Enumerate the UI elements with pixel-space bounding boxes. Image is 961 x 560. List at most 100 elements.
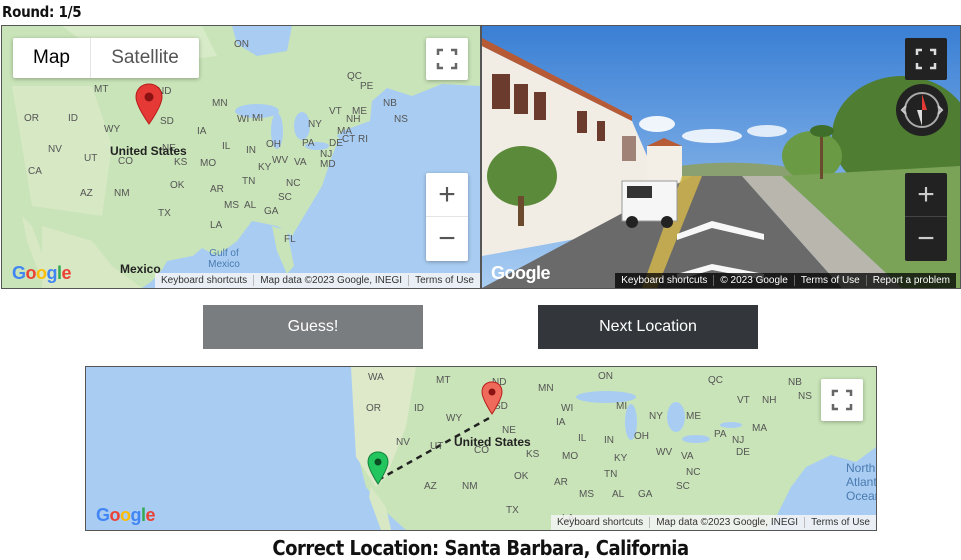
state-label: NV (48, 144, 62, 155)
state-label: TX (506, 505, 519, 516)
keyboard-shortcuts-link[interactable]: Keyboard shortcuts (155, 275, 253, 286)
state-label: NH (346, 114, 361, 125)
round-counter: Round: 1/5 (2, 3, 82, 21)
terms-link[interactable]: Terms of Use (408, 275, 480, 286)
correct-location-text: Correct Location: Santa Barbara, Califor… (272, 536, 689, 560)
fullscreen-icon (915, 48, 937, 70)
state-label: KS (526, 449, 540, 460)
state-label: OH (266, 139, 281, 150)
state-label: DE (329, 138, 343, 149)
state-label: NJ (732, 435, 745, 446)
state-label: ON (234, 39, 249, 50)
sv-zoom-in-button[interactable]: + (905, 173, 947, 217)
sv-zoom-out-button[interactable]: − (905, 217, 947, 261)
water-label: Gulf of Mexico (208, 248, 240, 270)
state-label: MT (94, 84, 109, 95)
state-label: ID (68, 113, 78, 124)
state-label: KY (258, 162, 272, 173)
state-label: NS (394, 114, 408, 125)
state-label: AR (210, 184, 224, 195)
state-label: TN (242, 176, 256, 187)
state-label: LA (210, 220, 223, 231)
sv-attribution: Keyboard shortcuts © 2023 Google Terms o… (615, 273, 956, 288)
result-map[interactable]: WA MT ND MN ON QC NB NS OR ID SD WI MI N… (85, 366, 877, 531)
fullscreen-button[interactable] (426, 38, 468, 80)
state-label: WI (237, 114, 250, 125)
tab-satellite[interactable]: Satellite (91, 38, 199, 78)
terms-link[interactable]: Terms of Use (804, 517, 876, 528)
street-view[interactable]: + − Google Keyboard shortcuts © 2023 Goo… (481, 25, 961, 289)
state-label: ID (414, 403, 424, 414)
keyboard-shortcuts-link[interactable]: Keyboard shortcuts (615, 275, 713, 286)
state-label: SC (278, 192, 292, 203)
state-label: MO (200, 158, 217, 169)
state-label: MA (752, 423, 767, 434)
state-label: VT (737, 395, 750, 406)
state-label: IN (246, 145, 256, 156)
state-label: VA (681, 451, 694, 462)
state-label: QC (708, 375, 723, 386)
state-label: NC (686, 467, 701, 478)
state-label: IN (604, 435, 614, 446)
state-label: MI (616, 401, 628, 412)
compass-control[interactable] (896, 84, 948, 136)
state-label: DE (736, 447, 750, 458)
compass-icon (900, 92, 944, 128)
terms-link[interactable]: Terms of Use (793, 275, 866, 286)
state-label: FL (284, 234, 296, 245)
tab-map[interactable]: Map (13, 38, 91, 78)
sv-zoom-control: + − (905, 173, 947, 261)
state-label: UT (430, 441, 444, 452)
state-label: WY (104, 124, 121, 135)
keyboard-shortcuts-link[interactable]: Keyboard shortcuts (551, 517, 649, 528)
map-type-control: Map Satellite (13, 38, 199, 78)
state-label: NB (788, 377, 802, 388)
result-fullscreen-button[interactable] (821, 379, 863, 421)
street-view-image (482, 26, 960, 288)
zoom-out-button[interactable]: − (426, 217, 468, 261)
state-label: OH (634, 431, 649, 442)
state-label: OR (366, 403, 381, 414)
guess-pin-icon (481, 381, 503, 415)
zoom-control: + − (426, 173, 468, 261)
state-label: RI (358, 134, 368, 145)
state-label: KS (174, 157, 188, 168)
guess-map[interactable]: Map Satellite + − ON QC NB NS PE MT ND M… (1, 25, 481, 289)
state-label: MN (538, 383, 554, 394)
google-logo: Google (96, 505, 156, 525)
state-label: VA (294, 157, 307, 168)
state-label: NV (396, 437, 410, 448)
state-label: AZ (80, 188, 93, 199)
guess-button[interactable]: Guess! (203, 305, 423, 349)
state-label: UT (84, 153, 98, 164)
state-label: MT (436, 375, 451, 386)
correct-location-pin-icon (367, 451, 389, 485)
copyright-text: © 2023 Google (713, 275, 793, 286)
state-label: OR (24, 113, 39, 124)
next-location-button[interactable]: Next Location (538, 305, 758, 349)
guess-pin-icon[interactable] (134, 82, 164, 126)
state-label: WV (656, 447, 673, 458)
country-label: United States (110, 144, 187, 158)
state-label: SC (676, 481, 690, 492)
state-label: WV (272, 155, 289, 166)
sv-fullscreen-button[interactable] (905, 38, 947, 80)
report-problem-link[interactable]: Report a problem (865, 275, 956, 286)
state-label: WA (368, 372, 384, 383)
state-label: GA (638, 489, 653, 500)
zoom-in-button[interactable]: + (426, 173, 468, 217)
state-label: AR (554, 477, 568, 488)
water-label: North Atlantic Ocean (846, 461, 877, 503)
fullscreen-icon (436, 48, 458, 70)
state-label: CT (342, 134, 356, 145)
state-label: VT (329, 106, 342, 117)
state-label: ME (686, 411, 701, 422)
state-label: MD (320, 159, 336, 170)
state-label: NH (762, 395, 777, 406)
state-label: NY (308, 119, 322, 130)
state-label: AL (244, 200, 257, 211)
map-data-text: Map data ©2023 Google, INEGI (253, 275, 408, 286)
state-label: PA (302, 138, 315, 149)
state-label: NY (649, 411, 663, 422)
state-label: IL (578, 433, 587, 444)
